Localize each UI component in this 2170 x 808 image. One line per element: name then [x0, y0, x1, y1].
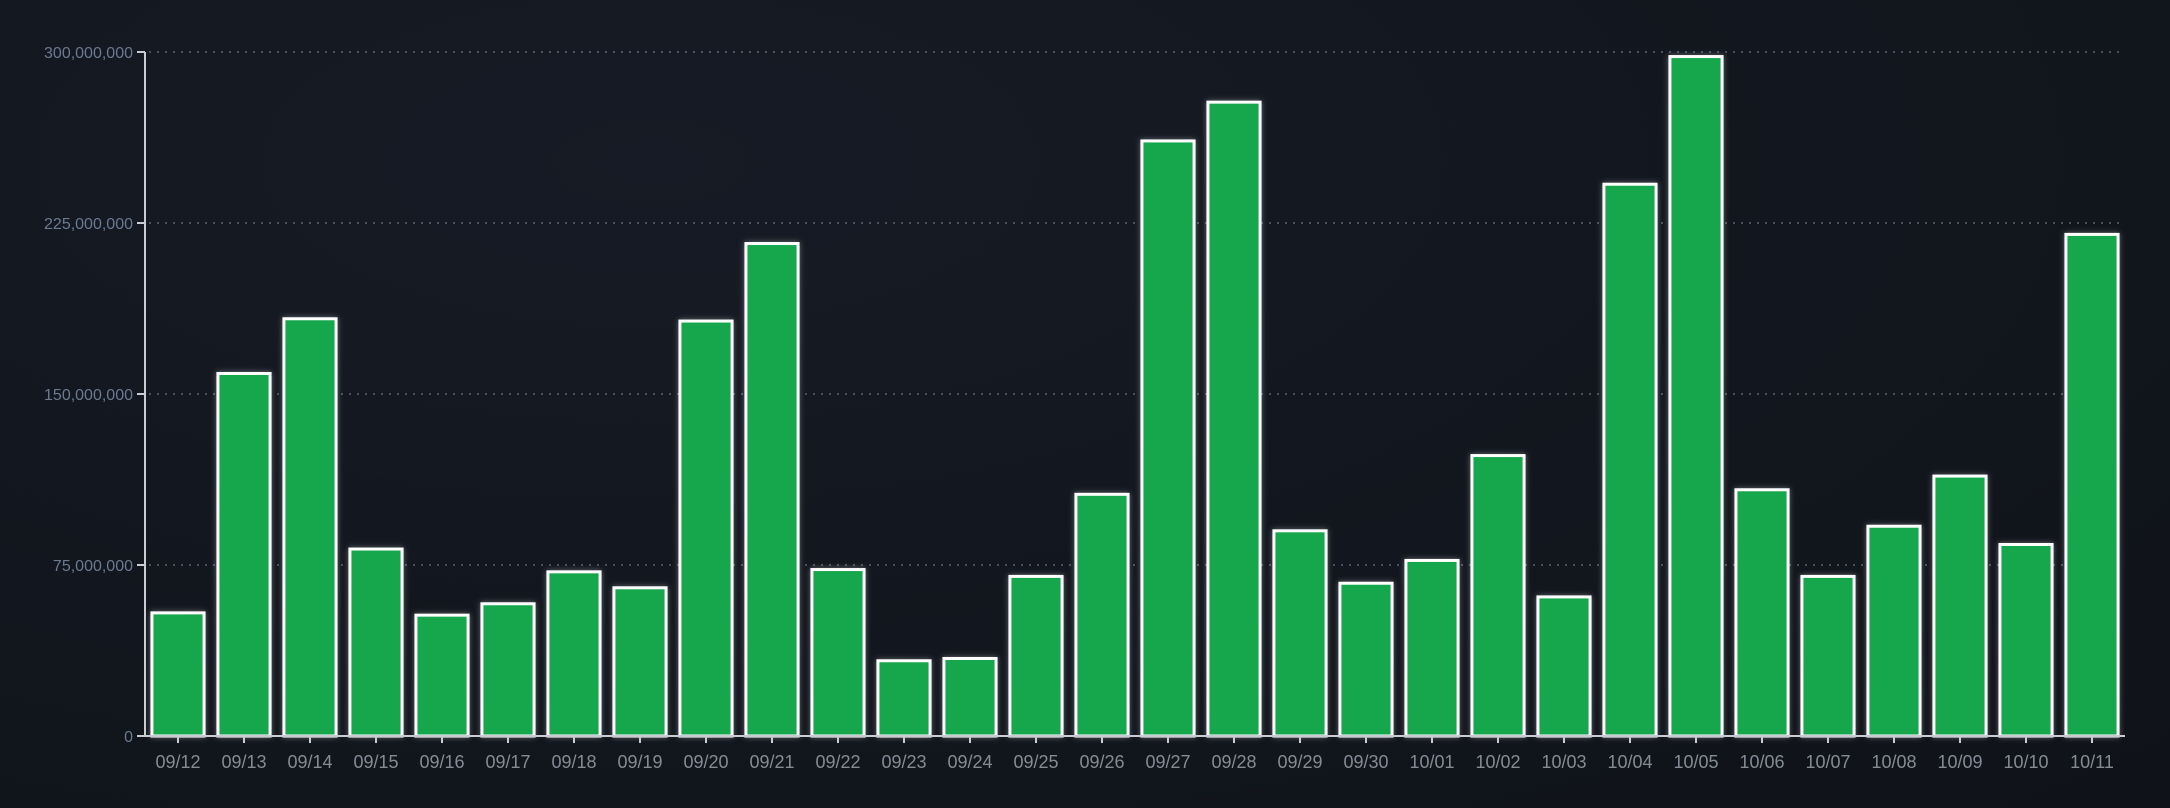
bar-09-28[interactable]	[1206, 100, 1262, 738]
y-axis: 0 75,000,000 150,000,000 225,000,000 300,000…	[44, 45, 145, 746]
bar-10-11[interactable]	[2064, 232, 2120, 738]
x-tick-label: 10/01	[1409, 752, 1454, 772]
x-tick-label: 09/27	[1145, 752, 1190, 772]
bars	[150, 55, 2120, 738]
x-tick-label: 09/28	[1211, 752, 1256, 772]
bar-09-15[interactable]	[348, 547, 404, 738]
bar-09-20[interactable]	[678, 319, 734, 738]
x-tick-label: 09/16	[419, 752, 464, 772]
bar-09-22[interactable]	[810, 568, 866, 738]
x-tick-label: 09/20	[683, 752, 728, 772]
bar-10-02[interactable]	[1470, 454, 1526, 738]
bar-10-05[interactable]	[1668, 55, 1724, 738]
x-tick-label: 09/19	[617, 752, 662, 772]
x-tick-label: 09/23	[881, 752, 926, 772]
x-tick-label: 09/12	[155, 752, 200, 772]
x-tick-label: 09/25	[1013, 752, 1058, 772]
bar-10-01[interactable]	[1404, 558, 1460, 738]
x-axis: 09/12 09/13 09/14 09/15 09/16 09/17 09/18 09/19…	[155, 736, 2114, 772]
bar-09-13[interactable]	[216, 371, 272, 738]
x-tick-label: 10/10	[2003, 752, 2048, 772]
x-tick-label: 09/29	[1277, 752, 1322, 772]
bar-09-27[interactable]	[1140, 139, 1196, 738]
y-tick-label: 300,000,000	[44, 45, 133, 62]
x-tick-label: 10/11	[2070, 752, 2114, 772]
x-tick-label: 10/04	[1607, 752, 1652, 772]
bar-10-07[interactable]	[1800, 574, 1856, 738]
gridlines	[149, 51, 2125, 566]
bar-09-17[interactable]	[480, 602, 536, 738]
x-tick-label: 10/06	[1739, 752, 1784, 772]
y-tick-label: 75,000,000	[53, 558, 133, 575]
x-tick-label: 09/17	[485, 752, 530, 772]
y-tick-label: 150,000,000	[44, 387, 133, 404]
bar-10-10[interactable]	[1998, 542, 2054, 738]
bar-09-19[interactable]	[612, 586, 668, 738]
bar-10-03[interactable]	[1536, 595, 1592, 738]
x-tick-label: 09/22	[815, 752, 860, 772]
bar-09-12[interactable]	[150, 611, 206, 738]
y-tick-label: 225,000,000	[44, 216, 133, 233]
bar-09-18[interactable]	[546, 570, 602, 738]
bar-10-06[interactable]	[1734, 488, 1790, 738]
x-tick-label: 10/07	[1805, 752, 1850, 772]
x-tick-label: 10/05	[1673, 752, 1718, 772]
bar-09-23[interactable]	[876, 659, 932, 738]
bar-10-09[interactable]	[1932, 474, 1988, 738]
bar-09-14[interactable]	[282, 317, 338, 738]
bar-10-04[interactable]	[1602, 182, 1658, 738]
x-tick-label: 09/13	[221, 752, 266, 772]
bar-09-21[interactable]	[744, 242, 800, 738]
x-tick-label: 09/15	[353, 752, 398, 772]
bar-09-25[interactable]	[1008, 574, 1064, 738]
x-tick-label: 09/14	[287, 752, 332, 772]
x-tick-label: 10/09	[1937, 752, 1982, 772]
x-tick-label: 09/21	[749, 752, 794, 772]
x-tick-label: 09/26	[1079, 752, 1124, 772]
x-tick-label: 09/30	[1343, 752, 1388, 772]
x-tick-label: 10/03	[1541, 752, 1586, 772]
x-tick-label: 10/02	[1475, 752, 1520, 772]
x-tick-label: 09/18	[551, 752, 596, 772]
bar-10-08[interactable]	[1866, 524, 1922, 738]
bar-chart: 0 75,000,000 150,000,000 225,000,000 300,000…	[44, 45, 2125, 772]
bar-09-26[interactable]	[1074, 492, 1130, 738]
x-tick-label: 09/24	[947, 752, 992, 772]
bar-09-29[interactable]	[1272, 529, 1328, 738]
y-tick-label: 0	[124, 729, 133, 746]
bar-09-30[interactable]	[1338, 581, 1394, 738]
bar-09-24[interactable]	[942, 656, 998, 738]
bar-09-16[interactable]	[414, 613, 470, 738]
x-tick-label: 10/08	[1871, 752, 1916, 772]
